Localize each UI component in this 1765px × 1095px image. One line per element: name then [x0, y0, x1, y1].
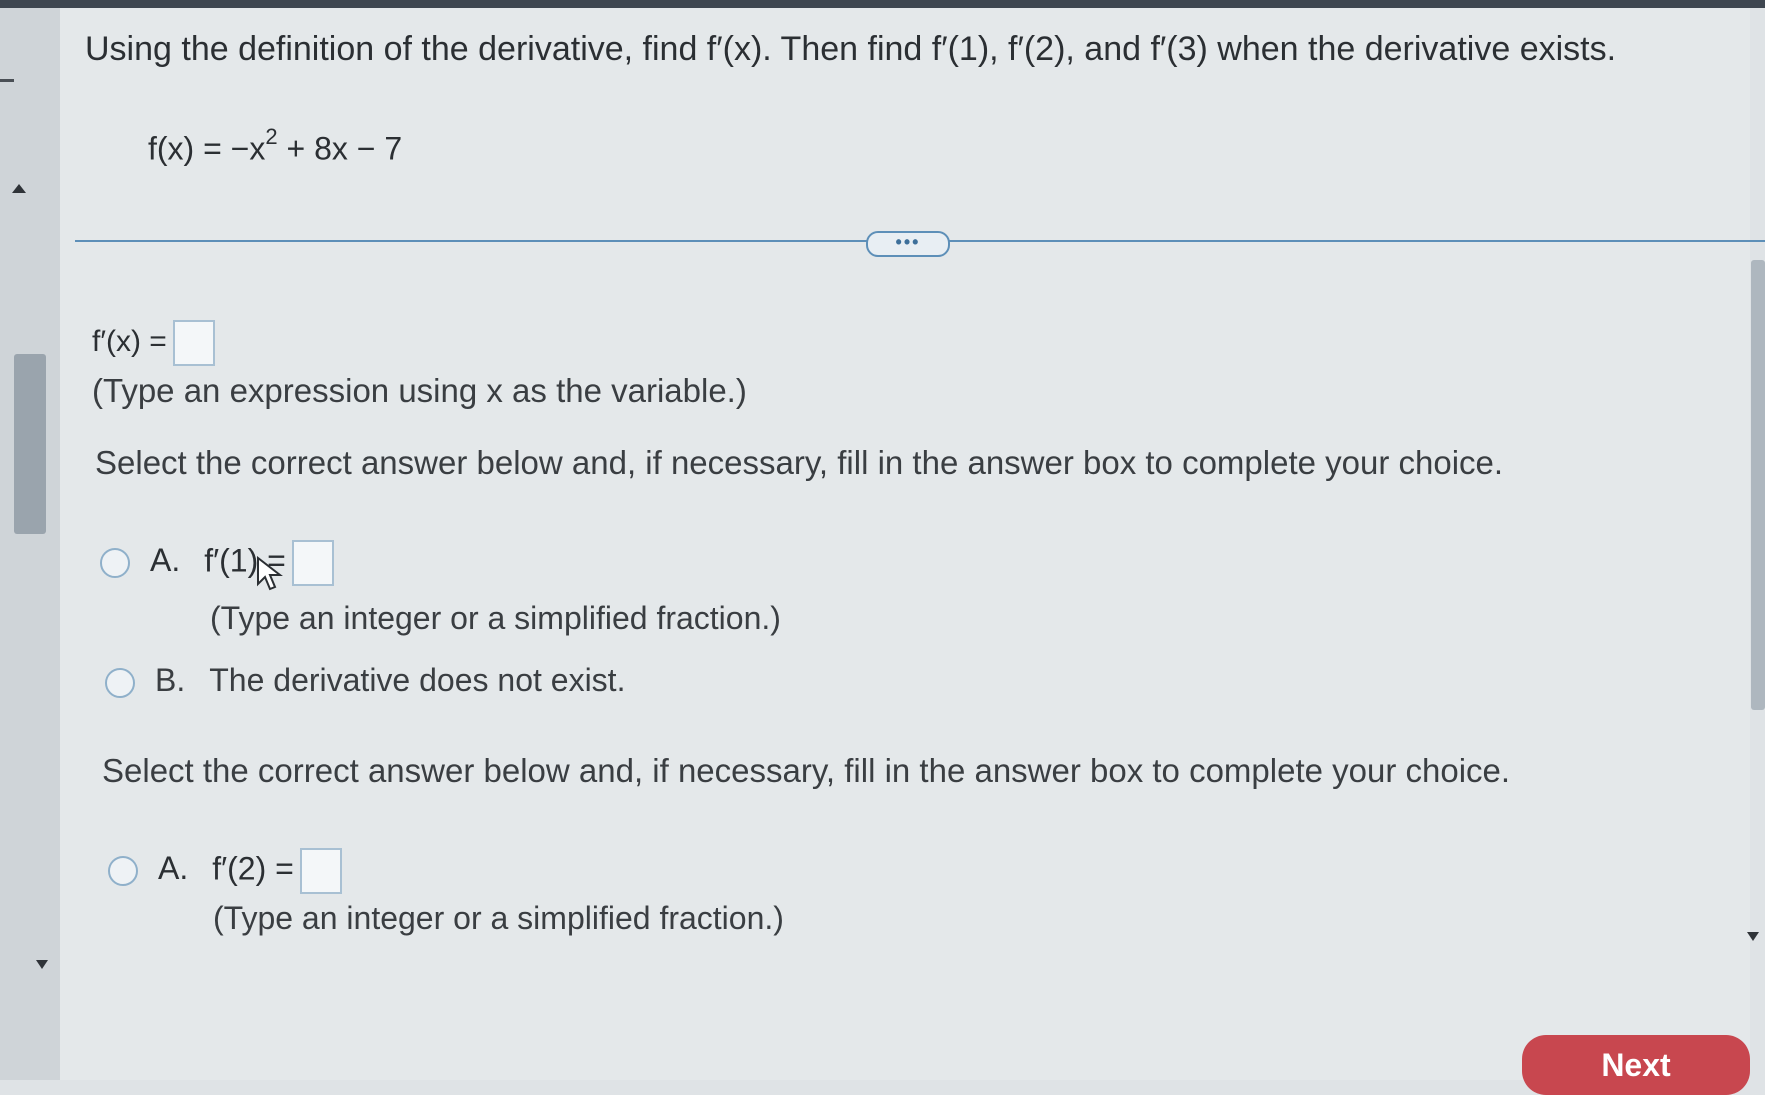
derivative-answer-box[interactable] — [172, 320, 215, 366]
next-button[interactable]: Next — [1522, 1035, 1750, 1095]
part3-option-a-hint: (Type an integer or a simplified fractio… — [213, 900, 784, 936]
part2-option-a-letter: A. — [150, 542, 181, 579]
f1-answer-box[interactable] — [291, 540, 334, 586]
right-scroll-down-icon[interactable] — [1747, 932, 1759, 941]
part2-option-b-letter: B. — [155, 662, 186, 698]
part2-option-b-radio[interactable] — [105, 667, 135, 698]
part3-option-a-label: f′(2) = — [212, 850, 294, 887]
part3-option-a-radio[interactable] — [108, 856, 138, 886]
part2-option-a[interactable]: A. f′(1) = — [100, 540, 334, 586]
mouse-cursor-icon — [257, 556, 283, 591]
function-exponent: 2 — [265, 124, 278, 149]
function-definition: f(x) = −x2 + 8x − 7 — [148, 124, 403, 168]
derivative-label: f′(x) = — [92, 324, 167, 358]
part3-prompt: Select the correct answer below and, if … — [102, 752, 1511, 789]
right-scrollbar-thumb[interactable] — [1751, 260, 1765, 710]
more-options-button[interactable]: ••• — [866, 231, 950, 257]
scroll-up-arrow-icon[interactable] — [12, 184, 26, 193]
part2-option-a-radio[interactable] — [100, 548, 130, 578]
part2-option-b-label: The derivative does not exist. — [209, 662, 626, 698]
left-scroll-strip — [0, 8, 60, 1080]
left-tick-mark — [0, 79, 14, 82]
part3-option-a[interactable]: A. f′(2) = — [108, 848, 342, 894]
left-scrollbar-thumb[interactable] — [14, 354, 46, 534]
part3-option-a-letter: A. — [158, 850, 189, 887]
question-instruction: Using the definition of the derivative, … — [85, 30, 1617, 68]
function-rhs: + 8x − 7 — [277, 130, 403, 167]
function-lhs: f(x) = −x — [148, 130, 266, 167]
part2-option-b[interactable]: B. The derivative does not exist. — [105, 662, 625, 699]
derivative-hint: (Type an expression using x as the varia… — [92, 372, 747, 409]
scroll-down-arrow-icon[interactable] — [36, 960, 48, 969]
part2-prompt: Select the correct answer below and, if … — [95, 444, 1504, 481]
derivative-answer-row: f′(x) = — [92, 320, 215, 366]
f2-answer-box[interactable] — [299, 848, 342, 894]
top-bar — [0, 0, 1765, 8]
part2-option-a-hint: (Type an integer or a simplified fractio… — [210, 600, 781, 636]
